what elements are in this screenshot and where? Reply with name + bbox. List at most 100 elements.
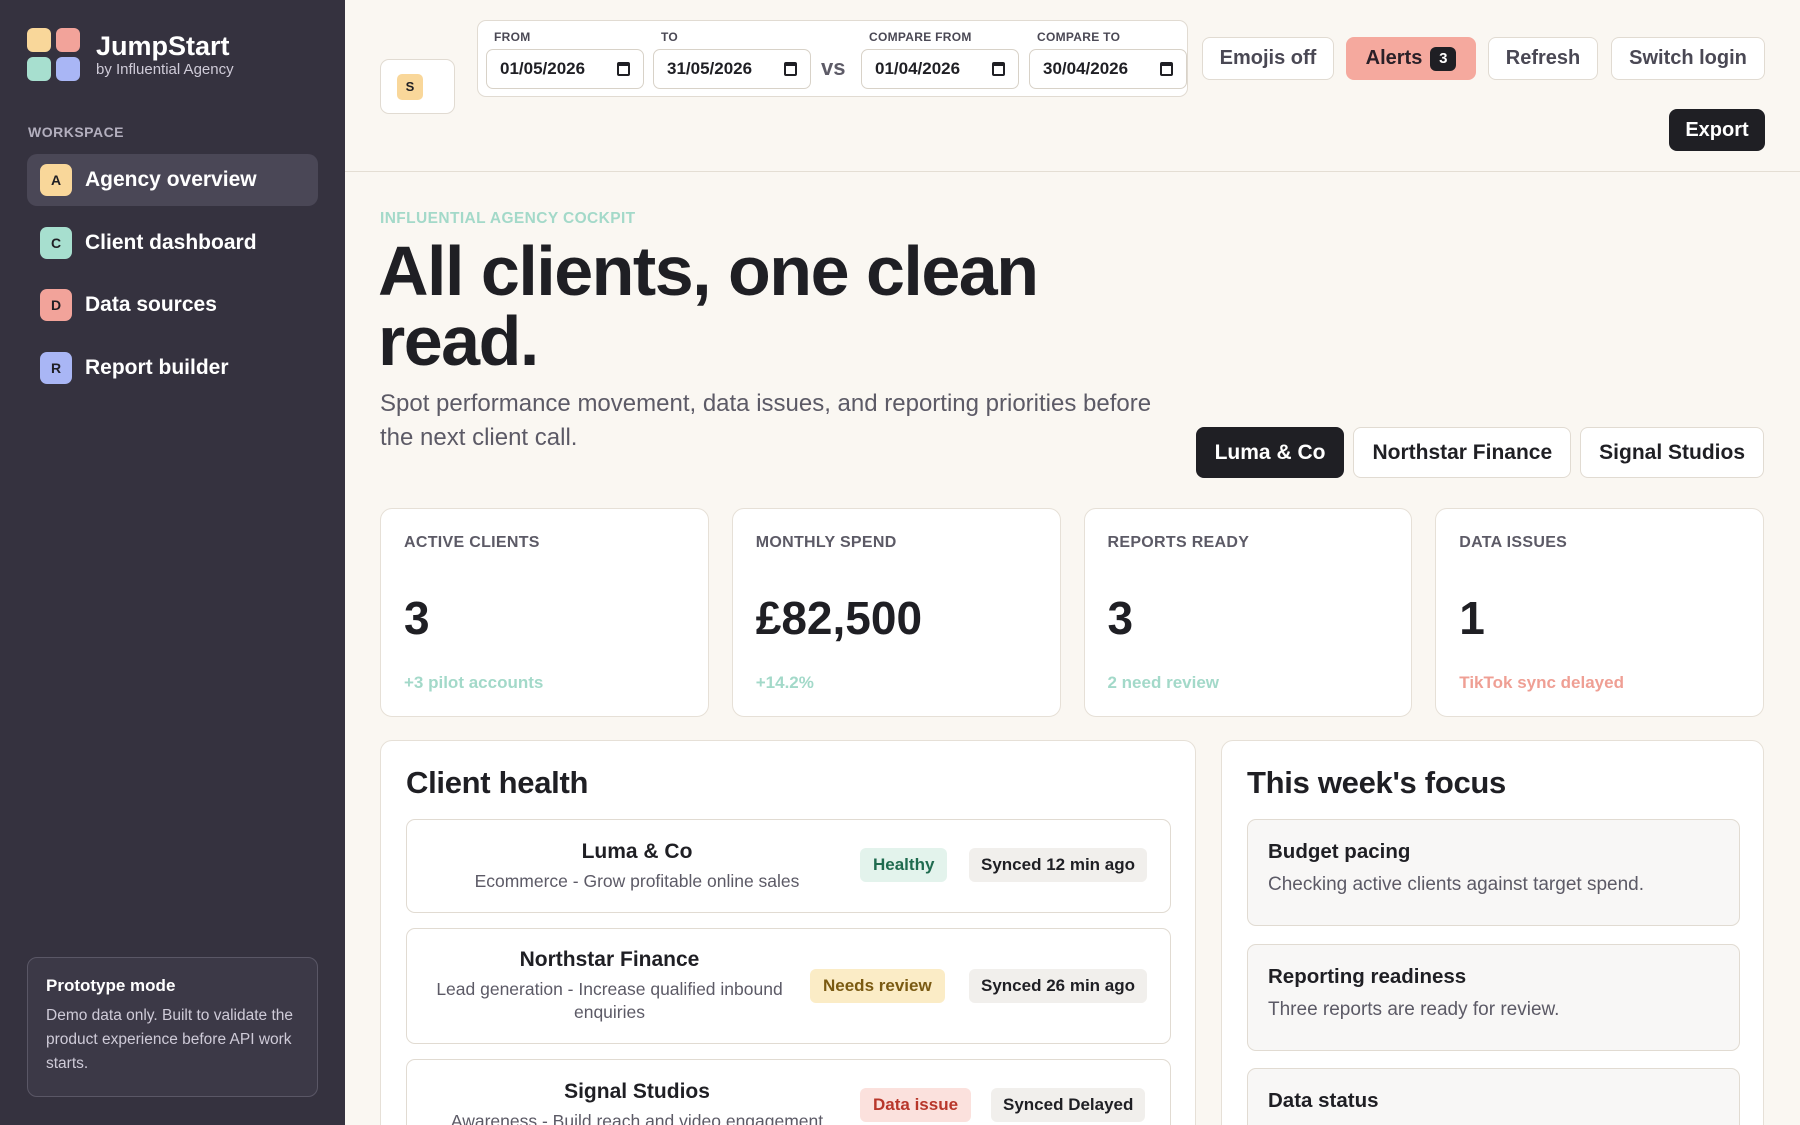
compare-to-group: COMPARE TO 30/04/2026 xyxy=(1029,30,1187,89)
client-info: Luma & Co Ecommerce - Grow profitable on… xyxy=(437,820,837,912)
compare-to-label: COMPARE TO xyxy=(1037,30,1121,44)
compare-to-input[interactable]: 30/04/2026 xyxy=(1029,49,1187,89)
client-health-row[interactable]: Luma & Co Ecommerce - Grow profitable on… xyxy=(406,819,1171,913)
client-tabs: Luma & Co Northstar Finance Signal Studi… xyxy=(1195,427,1764,478)
report-builder-icon: R xyxy=(40,351,72,384)
client-dashboard-icon: C xyxy=(40,226,72,259)
stat-value: 1 xyxy=(1459,592,1485,644)
alerts-count-badge: 3 xyxy=(1430,46,1457,71)
from-date-group: FROM 01/05/2026 xyxy=(486,30,644,89)
tab-signal-studios[interactable]: Signal Studios xyxy=(1580,427,1764,478)
calendar-icon[interactable] xyxy=(617,62,630,76)
calendar-icon[interactable] xyxy=(1160,62,1173,76)
focus-card-reporting-readiness[interactable]: Reporting readiness Three reports are re… xyxy=(1247,944,1740,1051)
sidebar-item-label: Report builder xyxy=(85,355,229,379)
prototype-title: Prototype mode xyxy=(46,976,176,995)
sidebar-item-label: Client dashboard xyxy=(85,230,257,254)
client-name: Northstar Finance xyxy=(519,948,700,971)
switch-login-button[interactable]: Switch login xyxy=(1611,37,1765,80)
to-date-group: TO 31/05/2026 xyxy=(653,30,811,89)
focus-card-title: Reporting readiness xyxy=(1268,965,1467,988)
sidebar-item-label: Agency overview xyxy=(85,168,257,191)
from-label: FROM xyxy=(494,30,531,44)
client-description: Awareness - Build reach and video engage… xyxy=(450,1111,824,1125)
focus-card-title: Budget pacing xyxy=(1268,840,1411,863)
weekly-focus-panel: This week's focus Budget pacing Checking… xyxy=(1221,740,1764,1125)
page-title: All clients, one clean read. xyxy=(378,232,1039,380)
stat-value: 3 xyxy=(404,592,430,644)
focus-card-title: Data status xyxy=(1268,1089,1379,1112)
avatar: S xyxy=(397,73,423,100)
focus-card-data-status[interactable]: Data status xyxy=(1247,1068,1740,1125)
refresh-button[interactable]: Refresh xyxy=(1488,37,1598,80)
tab-northstar-finance[interactable]: Northstar Finance xyxy=(1353,427,1572,478)
stat-label: DATA ISSUES xyxy=(1459,534,1568,551)
sidebar-item-data-sources[interactable]: D Data sources xyxy=(27,279,318,331)
to-label: TO xyxy=(661,30,679,44)
brand-name: JumpStart xyxy=(96,31,230,61)
alerts-label: Alerts xyxy=(1365,47,1423,69)
client-info: Signal Studios Awareness - Build reach a… xyxy=(437,1060,837,1125)
client-description: Lead generation - Increase qualified inb… xyxy=(436,979,783,1022)
client-health-title: Client health xyxy=(406,765,589,800)
client-description: Ecommerce - Grow profitable online sales xyxy=(474,870,800,891)
workspace-section-label: WORKSPACE xyxy=(28,124,125,140)
tab-luma-co[interactable]: Luma & Co xyxy=(1195,427,1345,478)
vs-label: vs xyxy=(821,55,846,80)
status-badge: Data issue xyxy=(860,1088,972,1122)
compare-from-group: COMPARE FROM 01/04/2026 xyxy=(861,30,1019,89)
agency-overview-icon: A xyxy=(40,164,72,196)
sidebar-item-agency-overview[interactable]: A Agency overview xyxy=(27,154,318,206)
page-subtitle: Spot performance movement, data issues, … xyxy=(380,390,1152,451)
from-date-value: 01/05/2026 xyxy=(500,59,586,78)
weekly-focus-title: This week's focus xyxy=(1247,765,1506,800)
emojis-toggle-button[interactable]: Emojis off xyxy=(1202,37,1334,80)
brand[interactable]: JumpStart by Influential Agency xyxy=(27,28,234,82)
stat-note: +14.2% xyxy=(755,673,814,692)
sidebar-item-report-builder[interactable]: R Report builder xyxy=(27,342,318,394)
focus-card-budget-pacing[interactable]: Budget pacing Checking active clients ag… xyxy=(1247,819,1740,926)
compare-to-value: 30/04/2026 xyxy=(1043,59,1129,78)
status-badge: Needs review xyxy=(810,969,945,1003)
account-switcher[interactable]: S xyxy=(380,59,455,114)
brand-subtitle: by Influential Agency xyxy=(96,61,234,78)
date-range-bar: FROM 01/05/2026 TO 31/05/2026 vs COMPARE… xyxy=(477,20,1188,97)
compare-from-input[interactable]: 01/04/2026 xyxy=(861,49,1019,89)
client-name: Signal Studios xyxy=(564,1080,710,1103)
stat-value: £82,500 xyxy=(755,592,923,644)
stat-card-reports-ready: REPORTS READY 3 2 need review xyxy=(1083,508,1413,717)
client-info: Northstar Finance Lead generation - Incr… xyxy=(417,929,802,1043)
export-button[interactable]: Export xyxy=(1669,109,1765,151)
stat-label: REPORTS READY xyxy=(1107,534,1250,551)
stat-note: TikTok sync delayed xyxy=(1459,673,1624,692)
stat-label: ACTIVE CLIENTS xyxy=(404,534,540,551)
client-health-row[interactable]: Signal Studios Awareness - Build reach a… xyxy=(406,1059,1171,1125)
stat-value: 3 xyxy=(1107,592,1134,644)
client-name: Luma & Co xyxy=(581,839,693,863)
prototype-text: Demo data only. Built to validate the pr… xyxy=(46,1007,293,1072)
prototype-mode-notice: Prototype mode Demo data only. Built to … xyxy=(27,957,318,1097)
stat-note: +3 pilot accounts xyxy=(404,673,544,692)
client-health-row[interactable]: Northstar Finance Lead generation - Incr… xyxy=(406,928,1171,1044)
alerts-button[interactable]: Alerts 3 xyxy=(1346,37,1476,80)
calendar-icon[interactable] xyxy=(784,62,797,76)
focus-card-text: Three reports are ready for review. xyxy=(1268,999,1560,1020)
from-date-input[interactable]: 01/05/2026 xyxy=(486,49,644,89)
compare-from-label: COMPARE FROM xyxy=(869,30,972,44)
calendar-icon[interactable] xyxy=(992,62,1005,76)
stat-card-data-issues: DATA ISSUES 1 TikTok sync delayed xyxy=(1435,508,1764,717)
page-eyebrow: INFLUENTIAL AGENCY COCKPIT xyxy=(380,210,636,227)
status-badge: Healthy xyxy=(860,848,948,882)
data-sources-icon: D xyxy=(40,289,72,321)
sidebar-item-label: Data sources xyxy=(85,293,217,316)
stat-card-active-clients: ACTIVE CLIENTS 3 +3 pilot accounts xyxy=(380,508,709,717)
logo-icon xyxy=(27,28,81,82)
compare-from-value: 01/04/2026 xyxy=(875,59,961,78)
to-date-input[interactable]: 31/05/2026 xyxy=(653,49,811,89)
client-health-panel: Client health Luma & Co Ecommerce - Grow… xyxy=(380,740,1196,1125)
sidebar: JumpStart by Influential Agency WORKSPAC… xyxy=(0,0,345,1125)
sidebar-item-client-dashboard[interactable]: C Client dashboard xyxy=(27,217,318,269)
stats-row: ACTIVE CLIENTS 3 +3 pilot accounts MONTH… xyxy=(380,508,1764,717)
stat-note: 2 need review xyxy=(1107,673,1220,692)
topbar: S FROM 01/05/2026 TO 31/05/2026 vs COMPA… xyxy=(345,0,1800,172)
